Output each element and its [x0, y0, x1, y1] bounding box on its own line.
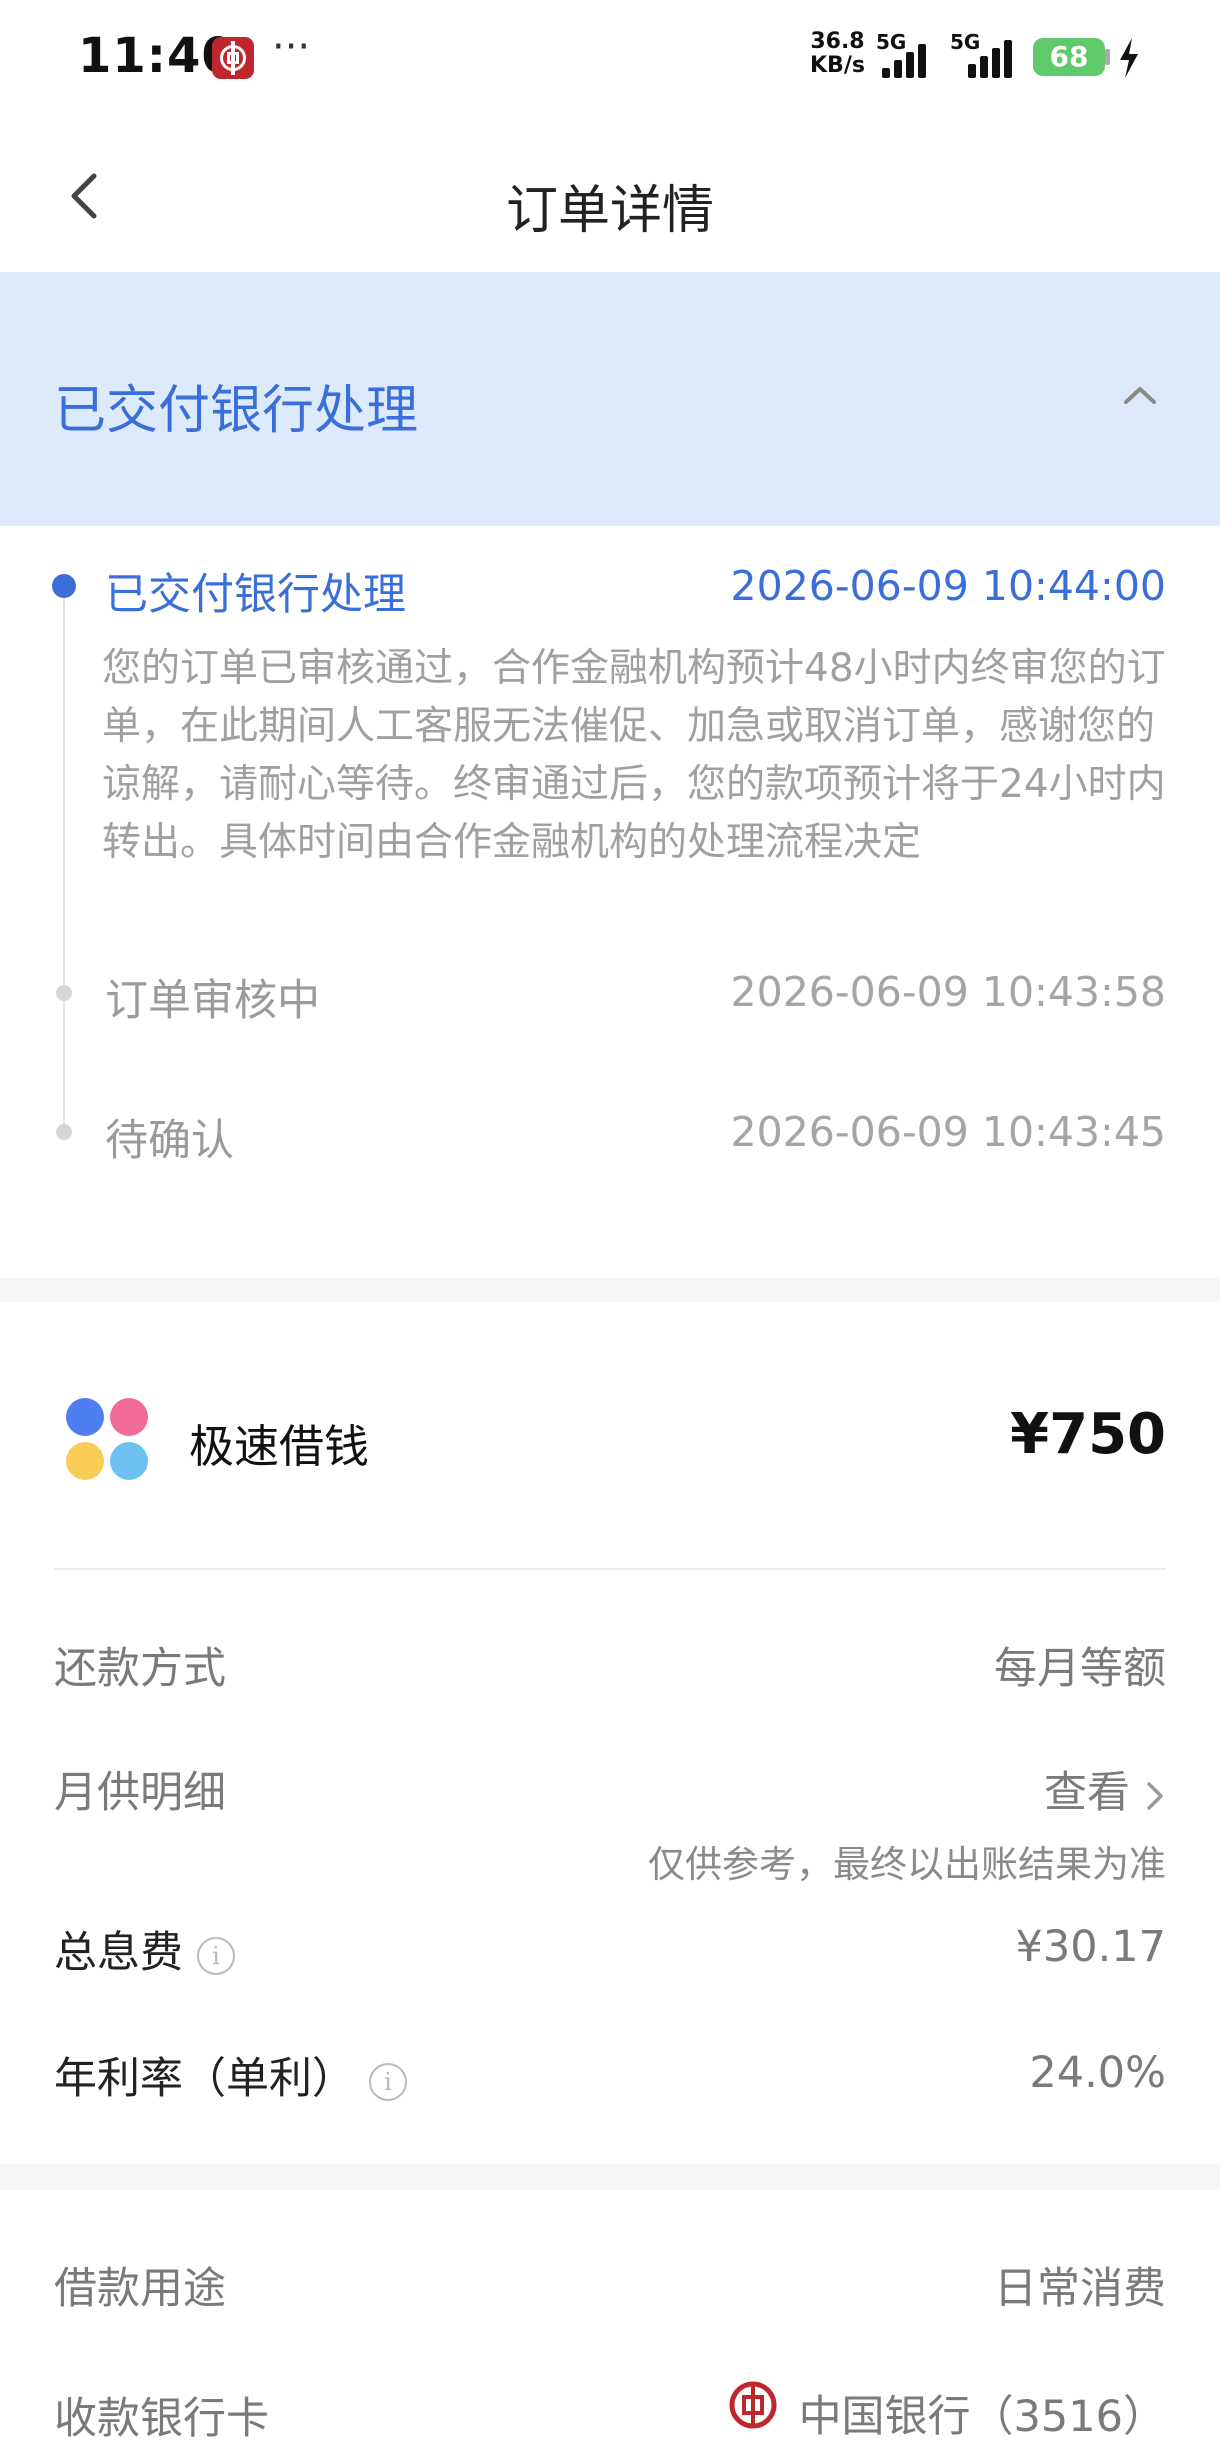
- timeline-dot: [56, 1124, 72, 1140]
- timeline-line: [63, 590, 65, 1130]
- monthly-detail-label: 月供明细: [54, 1768, 226, 1818]
- timeline-step-title: 待确认: [105, 1116, 234, 1166]
- repay-method-value: 每月等额: [994, 1644, 1166, 1694]
- network-speed-value: 36.8: [810, 29, 865, 54]
- timeline-step-time: 2026-06-09 10:43:58: [730, 968, 1166, 1016]
- page-title: 订单详情: [505, 181, 714, 241]
- info-icon[interactable]: i: [197, 1936, 235, 1975]
- total-interest-value: ¥30.17: [1015, 1922, 1166, 1972]
- signal-strength-icon-2: 5G: [950, 30, 1016, 78]
- section-divider: [0, 1278, 1220, 1302]
- timeline-step-time: 2026-06-09 10:44:00: [730, 562, 1166, 610]
- network-speed: 36.8 KB/s: [810, 30, 865, 78]
- battery-icon: 68: [1033, 38, 1105, 76]
- timeline-step-title: 订单审核中: [105, 976, 320, 1026]
- timeline-step-title: 已交付银行处理: [105, 570, 406, 620]
- total-interest-label: 总息费 i: [54, 1918, 235, 1980]
- timeline-dot-active: [52, 574, 76, 598]
- more-notifications-icon: ···: [272, 24, 311, 70]
- signal-type-label-2: 5G: [950, 30, 981, 54]
- receiving-card-value: 中国银行（3516）: [798, 2392, 1166, 2442]
- order-status-title: 已交付银行处理: [54, 381, 419, 441]
- loan-purpose-value: 日常消费: [994, 2264, 1166, 2314]
- order-status-banner[interactable]: 已交付银行处理: [0, 272, 1220, 526]
- timeline-step-description: 您的订单已审核通过，合作金融机构预计48小时内终审您的订单，在此期间人工客服无法…: [102, 646, 1166, 865]
- monthly-detail-note: 仅供参考，最终以出账结果为准: [648, 1843, 1166, 1886]
- network-speed-unit: KB/s: [810, 53, 865, 78]
- signal-type-label: 5G: [876, 30, 907, 54]
- monthly-detail-link-text: 查看: [1044, 1768, 1130, 1818]
- info-icon[interactable]: i: [369, 2062, 407, 2101]
- divider: [54, 1568, 1166, 1570]
- signal-strength-icon: 5G: [876, 30, 942, 78]
- chevron-right-icon: [1147, 1781, 1163, 1810]
- bank-logo-icon: [729, 2381, 777, 2429]
- receiving-card-label: 收款银行卡: [54, 2394, 269, 2444]
- loan-purpose-label: 借款用途: [54, 2264, 226, 2314]
- product-logo-icon: [66, 1398, 148, 1480]
- section-divider: [0, 2164, 1220, 2190]
- product-name: 极速借钱: [189, 1420, 370, 1473]
- annual-rate-value: 24.0%: [1029, 2048, 1166, 2098]
- boc-app-icon: [212, 37, 254, 79]
- timeline-dot: [56, 985, 72, 1001]
- annual-rate-label: 年利率（单利） i: [54, 2044, 407, 2106]
- total-interest-label-text: 总息费: [54, 1928, 183, 1978]
- chevron-up-icon[interactable]: [1116, 380, 1164, 410]
- nav-bar: 订单详情: [0, 120, 1220, 272]
- loan-amount: ¥750: [1010, 1402, 1166, 1467]
- repay-method-label: 还款方式: [54, 1644, 226, 1694]
- timeline-step-time: 2026-06-09 10:43:45: [730, 1108, 1166, 1156]
- charging-bolt-icon: [1120, 38, 1138, 78]
- battery-tip: [1105, 49, 1110, 65]
- status-bar: 11:40 ··· 36.8 KB/s 5G 5G 68: [0, 0, 1220, 120]
- annual-rate-label-text: 年利率（单利）: [54, 2054, 355, 2104]
- monthly-detail-link[interactable]: 查看: [1044, 1758, 1166, 1820]
